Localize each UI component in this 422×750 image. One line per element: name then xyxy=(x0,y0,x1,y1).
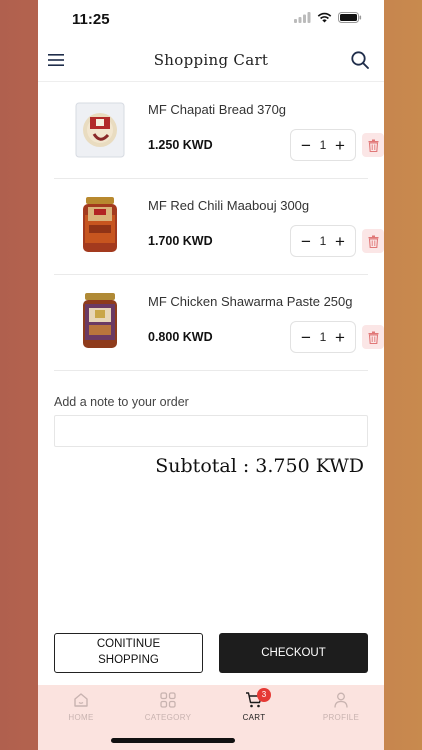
signal-icon xyxy=(294,12,311,23)
tab-cart[interactable]: 3 CART xyxy=(224,688,284,722)
tab-label: CART xyxy=(242,713,266,722)
product-price: 1.250 KWD xyxy=(148,138,213,152)
tab-label: HOME xyxy=(68,713,94,722)
tab-category[interactable]: CATEGORY xyxy=(138,691,198,722)
home-indicator xyxy=(111,738,235,743)
app-screen: 11:25 Shopping Cart MF Chapati Bread 370… xyxy=(38,0,384,750)
profile-icon xyxy=(334,692,348,708)
quantity-stepper: − 1 + xyxy=(290,321,356,353)
cart-count-badge: 3 xyxy=(257,688,271,702)
order-note-label: Add a note to your order xyxy=(54,395,189,409)
status-time: 11:25 xyxy=(72,11,110,28)
cart-item-list: MF Chapati Bread 370g 1.250 KWD − 1 + MF… xyxy=(38,83,384,371)
increment-button[interactable]: + xyxy=(333,233,347,250)
decrement-button[interactable]: − xyxy=(299,233,313,250)
subtotal-text: Subtotal : 3.750 KWD xyxy=(155,455,364,477)
product-image-chicken-shawarma-paste[interactable] xyxy=(74,291,126,351)
status-bar: 11:25 xyxy=(38,0,384,38)
home-icon xyxy=(74,693,88,707)
status-icons xyxy=(294,12,362,23)
cart-item: MF Red Chili Maabouj 300g 1.700 KWD − 1 … xyxy=(54,179,384,275)
search-icon[interactable] xyxy=(350,50,370,70)
increment-button[interactable]: + xyxy=(333,329,347,346)
quantity-stepper: − 1 + xyxy=(290,225,356,257)
quantity-value: 1 xyxy=(319,330,327,344)
quantity-value: 1 xyxy=(319,234,327,248)
tab-home[interactable]: HOME xyxy=(51,691,111,722)
product-name[interactable]: MF Red Chili Maabouj 300g xyxy=(148,198,309,213)
cart-item: MF Chicken Shawarma Paste 250g 0.800 KWD… xyxy=(54,275,384,371)
battery-icon xyxy=(338,12,362,23)
tab-label: PROFILE xyxy=(322,713,360,722)
trash-icon xyxy=(368,139,378,152)
decrement-button[interactable]: − xyxy=(299,137,313,154)
cart-item: MF Chapati Bread 370g 1.250 KWD − 1 + xyxy=(54,83,384,179)
product-name[interactable]: MF Chicken Shawarma Paste 250g xyxy=(148,294,352,309)
checkout-button[interactable]: CHECKOUT xyxy=(219,633,368,673)
product-price: 0.800 KWD xyxy=(148,330,213,344)
remove-item-button[interactable] xyxy=(362,229,384,253)
decrement-button[interactable]: − xyxy=(299,329,313,346)
trash-icon xyxy=(368,331,378,344)
remove-item-button[interactable] xyxy=(362,133,384,157)
tab-profile[interactable]: PROFILE xyxy=(311,691,371,722)
product-name[interactable]: MF Chapati Bread 370g xyxy=(148,102,286,117)
trash-icon xyxy=(368,235,378,248)
remove-item-button[interactable] xyxy=(362,325,384,349)
category-grid-icon xyxy=(160,692,176,708)
page-title: Shopping Cart xyxy=(153,51,269,69)
tab-label: CATEGORY xyxy=(144,713,192,722)
quantity-value: 1 xyxy=(319,138,327,152)
wifi-icon xyxy=(317,12,332,23)
increment-button[interactable]: + xyxy=(333,137,347,154)
quantity-stepper: − 1 + xyxy=(290,129,356,161)
product-price: 1.700 KWD xyxy=(148,234,213,248)
header-bar: Shopping Cart xyxy=(38,38,384,82)
continue-shopping-button[interactable]: CONITINUE SHOPPING xyxy=(54,633,203,673)
order-note-input[interactable] xyxy=(54,415,368,447)
product-image-red-chili-maabouj[interactable] xyxy=(74,195,126,255)
product-image-chapati-bread[interactable] xyxy=(74,99,126,159)
